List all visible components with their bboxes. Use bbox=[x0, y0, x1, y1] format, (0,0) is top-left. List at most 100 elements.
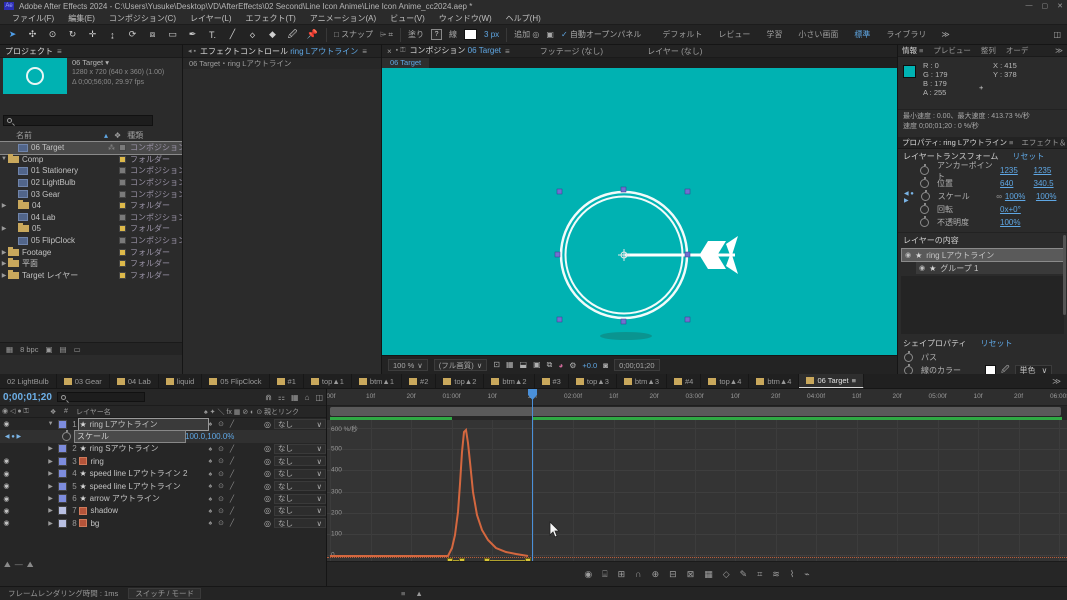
menu-item-1[interactable]: 編集(E) bbox=[62, 12, 101, 25]
pickwhip-icon[interactable]: ◎ bbox=[264, 506, 271, 515]
parent-dropdown[interactable]: なし∨ bbox=[274, 469, 326, 479]
stopwatch-icon[interactable] bbox=[920, 179, 929, 188]
twirl-icon[interactable]: ▶ bbox=[0, 249, 8, 256]
puppet-pin-tool[interactable]: 📌 bbox=[306, 29, 319, 40]
menu-item-3[interactable]: レイヤー(L) bbox=[184, 12, 238, 25]
layer-name[interactable]: shadow bbox=[79, 506, 208, 515]
layer-switches[interactable]: ♠ ⊙ ╱ bbox=[208, 495, 264, 503]
fill-color-swatch[interactable]: ? bbox=[431, 29, 442, 40]
menu-item-2[interactable]: コンポジション(C) bbox=[103, 12, 182, 25]
value-2[interactable]: 100% bbox=[1036, 192, 1067, 201]
workspace-2[interactable]: 学習 bbox=[758, 28, 790, 41]
layer-label-swatch[interactable] bbox=[58, 494, 67, 503]
timeline-option-icon-1[interactable]: ⚏ bbox=[278, 393, 285, 402]
transform-reset-link[interactable]: リセット bbox=[1012, 151, 1044, 162]
layer-label-swatch[interactable] bbox=[58, 444, 67, 453]
pan-behind-tool[interactable]: ⧈ bbox=[146, 29, 159, 40]
selection-tool[interactable]: ➤ bbox=[6, 29, 19, 40]
timeline-option-icon-0[interactable]: ⋒ bbox=[265, 393, 272, 402]
transform-row-4[interactable]: 不透明度 100% bbox=[898, 216, 1067, 229]
project-panel-menu-icon[interactable]: ≡ bbox=[57, 47, 62, 56]
timeline-tabs-overflow[interactable]: ≫ bbox=[1046, 376, 1067, 387]
timeline-search-input[interactable] bbox=[57, 392, 145, 402]
tab-effects-presets[interactable]: エフェクト＆プリセ bbox=[1021, 137, 1067, 148]
layer-label-swatch[interactable] bbox=[58, 457, 67, 466]
comp-toolbar-icon-4[interactable]: ⧉ bbox=[547, 360, 553, 370]
stroke-width-value[interactable]: 3 px bbox=[484, 30, 499, 39]
auto-open-panel-toggle[interactable]: ✓ 自動オープンパネル bbox=[561, 29, 641, 40]
twirl-icon[interactable]: ▼ bbox=[47, 421, 55, 427]
timeline-tab-9[interactable]: top▲2 bbox=[436, 374, 484, 389]
project-item-11[interactable]: ▶ Target レイヤー フォルダー bbox=[0, 270, 182, 282]
value-2[interactable]: 1235 bbox=[1034, 166, 1067, 175]
layer-switches[interactable]: ♠ ⊙ ╱ bbox=[208, 470, 264, 478]
maximize-button[interactable]: ▢ bbox=[1042, 2, 1049, 10]
graph-editor-icon-5[interactable]: ⊟ bbox=[669, 569, 677, 580]
eye-toggle[interactable]: ◉ bbox=[0, 482, 13, 490]
project-item-4[interactable]: 03 Gear コンポジション bbox=[0, 188, 182, 200]
layer-row-5[interactable]: ◉ ▶ 5 ★speed line Lアウトライン ♠ ⊙ ╱ ◎ なし∨ bbox=[0, 480, 326, 492]
pan-camera-tool[interactable]: ✛ bbox=[86, 29, 99, 40]
magnification-dropdown[interactable]: 100 % ∨ bbox=[388, 359, 428, 371]
scrollbar[interactable] bbox=[1063, 235, 1066, 315]
comp-toolbar-icon-2[interactable]: ⬓ bbox=[520, 360, 528, 370]
speed-graph-area[interactable]: 600 %/秒5004003002001000 bbox=[327, 420, 1067, 561]
label-color-swatch[interactable] bbox=[119, 156, 126, 163]
menu-item-6[interactable]: ビュー(V) bbox=[384, 12, 431, 25]
interpret-footage-icon[interactable]: ▦ bbox=[6, 345, 13, 354]
shape-section-header[interactable]: シェイプロパティ bbox=[903, 338, 967, 349]
workspace-0[interactable]: デフォルト bbox=[654, 28, 710, 41]
value-1[interactable]: 640 bbox=[1000, 179, 1033, 188]
layer-name[interactable]: bg bbox=[79, 519, 208, 528]
delete-trash-icon[interactable]: ▭ bbox=[74, 345, 81, 354]
timeline-tab-8[interactable]: #2 bbox=[402, 374, 436, 389]
pickwhip-icon[interactable]: ◎ bbox=[264, 482, 271, 491]
twirl-icon[interactable]: ▶ bbox=[47, 445, 55, 452]
tab-align[interactable]: 整列 bbox=[981, 45, 996, 56]
info-overflow-chevron[interactable]: ≫ bbox=[1055, 46, 1063, 55]
eye-icon[interactable]: ◉ bbox=[905, 251, 911, 259]
label-color-swatch[interactable] bbox=[119, 144, 126, 151]
clone-stamp-tool[interactable]: 🝔 bbox=[246, 26, 259, 44]
comp-toolbar-icon-1[interactable]: ▦ bbox=[506, 360, 514, 370]
project-item-2[interactable]: 01 Stationery コンポジション bbox=[0, 165, 182, 177]
search-workspace-icon[interactable]: ◫ bbox=[1053, 30, 1061, 39]
dolly-camera-tool[interactable]: ↨ bbox=[106, 30, 119, 40]
label-color-swatch[interactable] bbox=[119, 237, 126, 244]
pickwhip-icon[interactable]: ◎ bbox=[264, 444, 271, 453]
twirl-icon[interactable]: ▶ bbox=[47, 520, 55, 527]
project-folder-icon[interactable]: ▣ bbox=[546, 30, 554, 39]
project-item-5[interactable]: ▶ 04 フォルダー bbox=[0, 200, 182, 212]
value-1[interactable]: 0x+0° bbox=[1000, 205, 1033, 214]
transform-row-0[interactable]: アンカーポイント 1235 1235 bbox=[898, 164, 1067, 177]
workspace-overflow-chevron[interactable]: ≫ bbox=[941, 30, 949, 39]
column-name[interactable]: 名前 bbox=[16, 130, 32, 141]
layer-contents-header[interactable]: レイヤーの内容 bbox=[903, 235, 959, 246]
eye-toggle[interactable]: ◉ bbox=[0, 457, 13, 465]
parent-dropdown[interactable]: なし∨ bbox=[274, 506, 326, 516]
pickwhip-icon[interactable]: ◎ bbox=[264, 519, 271, 528]
switch-mode-button[interactable]: スイッチ / モード bbox=[128, 588, 201, 599]
twirl-icon[interactable]: ▶ bbox=[47, 507, 55, 514]
parent-dropdown[interactable]: なし∨ bbox=[274, 518, 326, 528]
menu-item-4[interactable]: エフェクト(T) bbox=[240, 12, 302, 25]
transform-row-1[interactable]: 位置 640 340.5 bbox=[898, 177, 1067, 190]
timeline-tab-2[interactable]: 04 Lab bbox=[110, 374, 159, 389]
stopwatch-icon[interactable] bbox=[904, 353, 913, 362]
graph-editor-icon-2[interactable]: ⊞ bbox=[618, 569, 626, 580]
stopwatch-icon[interactable] bbox=[920, 218, 929, 227]
link-icon[interactable]: ∞ bbox=[996, 192, 1002, 201]
parent-dropdown[interactable]: なし∨ bbox=[274, 494, 326, 504]
roto-brush-tool[interactable]: 🖉 bbox=[286, 27, 299, 43]
workspace-1[interactable]: レビュー bbox=[710, 28, 758, 41]
stopwatch-icon[interactable] bbox=[921, 192, 930, 201]
timeline-tab-15[interactable]: top▲4 bbox=[701, 374, 749, 389]
layer-switches[interactable]: ♠ ⊙ ╱ bbox=[208, 457, 264, 465]
label-color-swatch[interactable] bbox=[119, 214, 126, 221]
layer-label-swatch[interactable] bbox=[58, 482, 67, 491]
shape-reset-link[interactable]: リセット bbox=[981, 338, 1013, 349]
label-color-swatch[interactable] bbox=[119, 191, 126, 198]
comp-lock-icon[interactable]: ▪ ⚿ bbox=[396, 47, 406, 55]
timeline-tab-12[interactable]: top▲3 bbox=[569, 374, 617, 389]
layer-name[interactable]: ★ring Sアウトライン bbox=[79, 443, 208, 454]
